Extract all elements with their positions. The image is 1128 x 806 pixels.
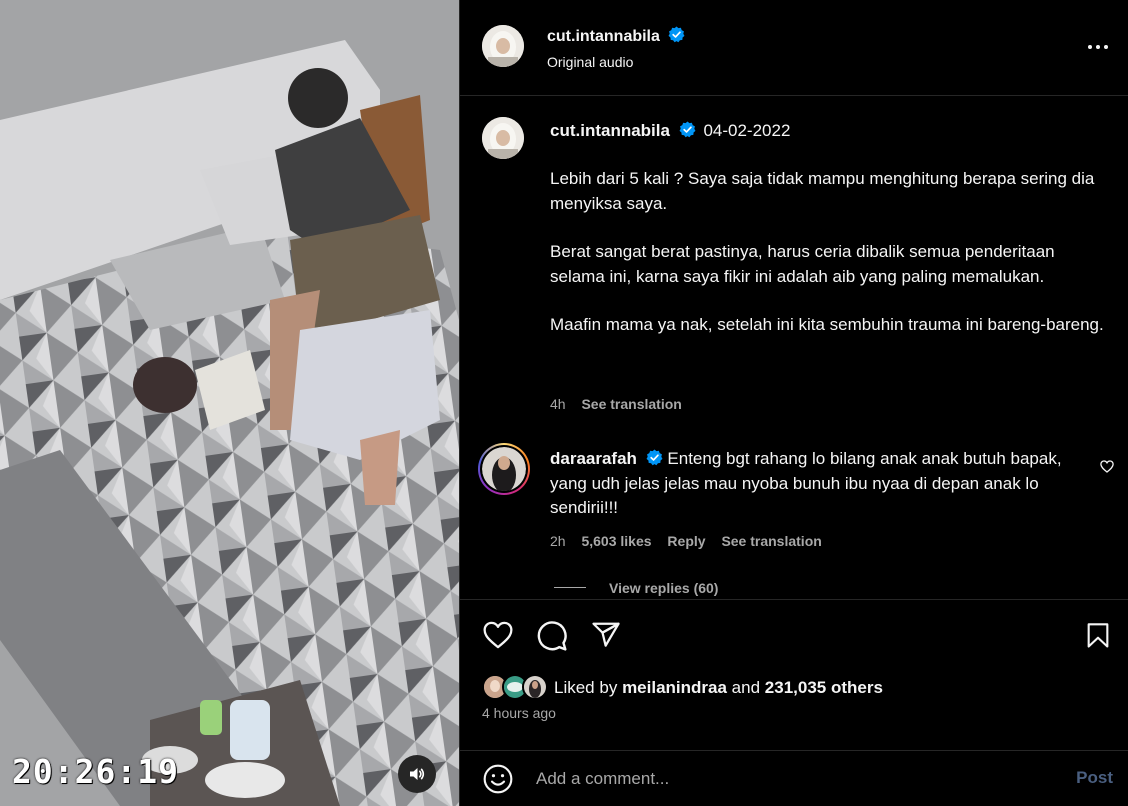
more-horizontal-icon bbox=[1088, 45, 1108, 49]
author-avatar[interactable] bbox=[482, 25, 524, 67]
caption-paragraph: Lebih dari 5 kali ? Saya saja tidak mamp… bbox=[550, 169, 1095, 213]
save-button[interactable] bbox=[1084, 621, 1112, 656]
cctv-video-frame bbox=[0, 0, 459, 806]
comment-like-button[interactable] bbox=[1100, 460, 1114, 478]
comment-likes-count[interactable]: 5,603 likes bbox=[581, 533, 651, 549]
caption-time: 4h bbox=[550, 396, 566, 412]
post-time-ago[interactable]: 4 hours ago bbox=[482, 705, 556, 721]
caption-author-avatar[interactable] bbox=[482, 117, 524, 159]
comment-button[interactable] bbox=[536, 620, 568, 657]
comments-section[interactable]: cut.intannabila 04-02-2022 Lebih dari 5 … bbox=[460, 97, 1128, 600]
commenter-username[interactable]: daraarafah bbox=[550, 449, 637, 468]
comment-meta: 2h 5,603 likes Reply See translation bbox=[550, 533, 822, 549]
commenter-avatar[interactable] bbox=[478, 443, 530, 495]
caption-date: 04-02-2022 bbox=[703, 121, 791, 140]
comment-see-translation-button[interactable]: See translation bbox=[721, 533, 821, 549]
liked-by-summary: Liked by meilanindraa and 231,035 others bbox=[554, 678, 883, 698]
post-comment-button[interactable]: Post bbox=[1076, 768, 1113, 788]
audio-toggle-button[interactable] bbox=[398, 755, 436, 793]
liked-by-username[interactable]: meilanindraa bbox=[622, 678, 727, 697]
comment-reply-button[interactable]: Reply bbox=[667, 533, 705, 549]
verified-badge-icon bbox=[646, 449, 663, 466]
caption-paragraph: Maafin mama ya nak, setelah ini kita sem… bbox=[550, 315, 1104, 334]
comment-body: daraarafah Enteng bgt rahang lo bilang a… bbox=[550, 447, 1070, 521]
video-timestamp: 20:26:19 bbox=[12, 752, 179, 791]
avatar-image bbox=[524, 676, 546, 698]
post-details-panel: cut.intannabila Original audio cut.intan… bbox=[459, 0, 1128, 806]
avatar-image bbox=[482, 25, 524, 67]
post-video[interactable]: 20:26:19 bbox=[0, 0, 459, 806]
caption-meta: 4h See translation bbox=[550, 396, 682, 412]
author-username[interactable]: cut.intannabila bbox=[547, 28, 660, 45]
heart-outline-icon bbox=[483, 621, 513, 649]
caption-username[interactable]: cut.intannabila bbox=[550, 121, 670, 140]
avatar-image bbox=[482, 447, 526, 493]
share-button[interactable] bbox=[590, 620, 622, 655]
comment-bubble-icon bbox=[537, 621, 567, 651]
emoji-button[interactable] bbox=[482, 763, 514, 800]
caption-see-translation-button[interactable]: See translation bbox=[581, 396, 681, 412]
bookmark-icon bbox=[1087, 623, 1109, 648]
paper-plane-icon bbox=[592, 622, 620, 647]
post-actions: Liked by meilanindraa and 231,035 others… bbox=[460, 601, 1128, 751]
caption-paragraph: Berat sangat berat pastinya, harus ceria… bbox=[550, 242, 1055, 286]
view-replies-button[interactable]: View replies (60) bbox=[609, 580, 718, 596]
verified-badge-icon bbox=[668, 26, 685, 43]
like-button[interactable] bbox=[482, 621, 514, 654]
speaker-icon bbox=[410, 768, 425, 780]
more-options-button[interactable] bbox=[1087, 36, 1109, 63]
replies-divider-line bbox=[554, 587, 586, 588]
avatar-image bbox=[482, 117, 524, 159]
heart-outline-icon bbox=[1100, 460, 1114, 473]
liked-by-others-count[interactable]: 231,035 others bbox=[765, 678, 883, 697]
comment-input[interactable] bbox=[536, 766, 1036, 792]
comment-time: 2h bbox=[550, 533, 566, 549]
emoji-smiley-icon bbox=[483, 764, 513, 794]
liked-by-prefix: Liked by bbox=[554, 678, 618, 697]
post-header: cut.intannabila Original audio bbox=[460, 0, 1128, 96]
caption-text: Lebih dari 5 kali ? Saya saja tidak mamp… bbox=[550, 167, 1110, 338]
original-audio-link[interactable]: Original audio bbox=[547, 54, 633, 70]
verified-badge-icon bbox=[679, 121, 696, 138]
liker-avatar[interactable] bbox=[522, 674, 548, 700]
liked-by-and: and bbox=[731, 678, 761, 697]
add-comment-bar: Post bbox=[460, 752, 1128, 806]
